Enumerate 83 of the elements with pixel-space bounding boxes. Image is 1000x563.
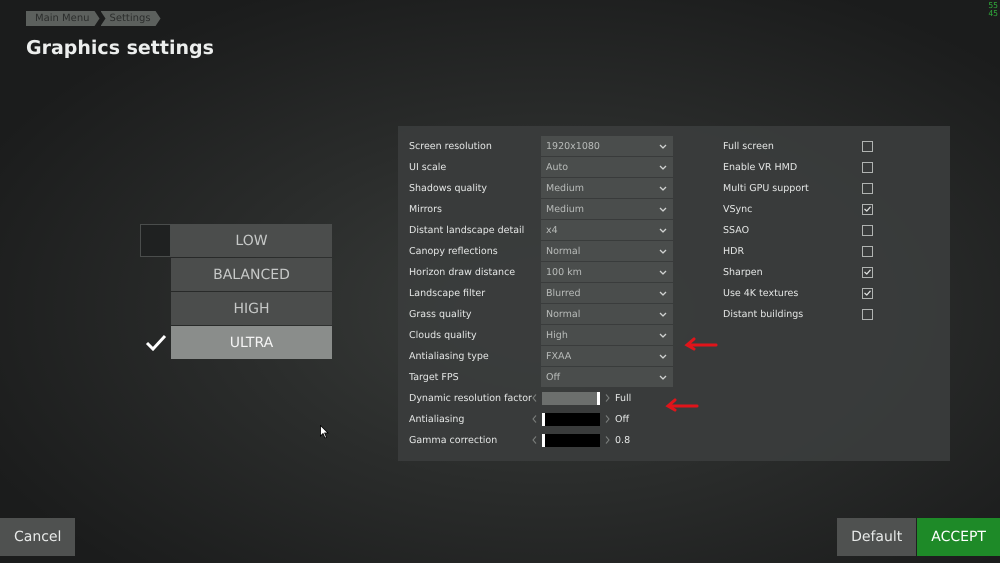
slider-track[interactable] bbox=[542, 392, 600, 404]
chevron-down-icon bbox=[659, 228, 667, 232]
dropdown[interactable]: Off bbox=[541, 367, 673, 387]
chevron-down-icon bbox=[659, 290, 667, 296]
chevron-down-icon bbox=[659, 164, 667, 170]
dropdown[interactable]: Normal bbox=[541, 241, 673, 261]
checkbox[interactable] bbox=[862, 204, 873, 214]
chevron-down-icon bbox=[659, 144, 667, 148]
setting-label: Target FPS bbox=[409, 372, 460, 382]
checkbox[interactable] bbox=[862, 288, 873, 298]
dropdown[interactable]: High bbox=[541, 325, 673, 345]
slider-thumb[interactable] bbox=[542, 412, 545, 426]
chevron-down-icon bbox=[659, 206, 667, 212]
setting-label: Enable VR HMD bbox=[723, 162, 798, 172]
checkbox[interactable] bbox=[862, 182, 873, 194]
fps-counter: 55 bbox=[988, 2, 998, 10]
setting-label: Multi GPU support bbox=[723, 182, 810, 194]
setting-label: Antialiasing type bbox=[409, 350, 490, 362]
setting-label: Landscape filter bbox=[409, 288, 486, 298]
decrease-button[interactable] bbox=[531, 393, 538, 403]
dropdown[interactable]: Medium bbox=[541, 178, 673, 198]
dropdown[interactable]: Blurred bbox=[541, 283, 673, 303]
setting-label: Mirrors bbox=[409, 204, 443, 214]
chevron-down-icon bbox=[659, 354, 667, 358]
fps-counter: 45 bbox=[988, 10, 998, 18]
dropdown[interactable]: Medium bbox=[541, 199, 673, 219]
increase-button[interactable] bbox=[604, 435, 611, 445]
setting-label: Clouds quality bbox=[409, 330, 478, 340]
setting-label: Antialiasing bbox=[409, 414, 466, 424]
setting-label: Distant landscape detail bbox=[409, 224, 526, 236]
slider-value: Full bbox=[615, 392, 632, 404]
setting-label: Sharpen bbox=[723, 266, 764, 278]
chevron-down-icon bbox=[659, 186, 667, 190]
setting-label: SSAO bbox=[723, 224, 750, 236]
slider-value: Off bbox=[615, 414, 630, 424]
setting-label: Distant buildings bbox=[723, 308, 804, 320]
dropdown[interactable]: 1920x1080 bbox=[541, 136, 673, 156]
slider-track[interactable] bbox=[542, 412, 600, 426]
setting-label: Use 4K textures bbox=[723, 288, 800, 298]
chevron-down-icon bbox=[659, 332, 667, 338]
preset-marker bbox=[140, 224, 171, 257]
chevron-down-icon bbox=[659, 270, 667, 274]
dropdown[interactable]: x4 bbox=[541, 220, 673, 240]
default-button[interactable]: Default bbox=[837, 518, 916, 556]
mouse-cursor-icon bbox=[320, 425, 329, 439]
preset-button[interactable]: LOW bbox=[171, 224, 332, 257]
slider-thumb[interactable] bbox=[597, 392, 600, 404]
accept-button[interactable]: ACCEPT bbox=[917, 518, 1000, 556]
setting-label: UI scale bbox=[409, 162, 448, 172]
setting-label: Full screen bbox=[723, 140, 775, 152]
setting-label: Gamma correction bbox=[409, 434, 498, 446]
cancel-button[interactable]: Cancel bbox=[0, 518, 76, 556]
chevron-down-icon bbox=[659, 312, 667, 316]
setting-label: Shadows quality bbox=[409, 182, 488, 194]
checkbox[interactable] bbox=[862, 308, 873, 320]
checkbox[interactable] bbox=[862, 140, 873, 152]
slider-track[interactable] bbox=[542, 434, 600, 446]
setting-label: Horizon draw distance bbox=[409, 266, 516, 278]
setting-label: Canopy reflections bbox=[409, 246, 499, 256]
checkbox[interactable] bbox=[862, 266, 873, 278]
setting-label: Screen resolution bbox=[409, 140, 493, 152]
preset-button[interactable]: ULTRA bbox=[171, 326, 332, 359]
increase-button[interactable] bbox=[604, 414, 611, 424]
dropdown[interactable]: 100 km bbox=[541, 262, 673, 282]
slider-thumb[interactable] bbox=[542, 434, 545, 446]
dropdown[interactable]: Normal bbox=[541, 304, 673, 324]
slider-value: 0.8 bbox=[615, 434, 630, 446]
chevron-down-icon bbox=[659, 374, 667, 380]
preset-button[interactable]: HIGH bbox=[171, 292, 332, 325]
setting-label: Grass quality bbox=[409, 308, 473, 320]
dropdown[interactable]: Auto bbox=[541, 157, 673, 177]
annotation-arrow bbox=[684, 337, 718, 351]
setting-label: Dynamic resolution factor bbox=[409, 392, 531, 404]
setting-label: VSync bbox=[723, 204, 754, 214]
checkbox[interactable] bbox=[862, 162, 873, 172]
page-title: Graphics settings bbox=[26, 37, 215, 59]
dropdown[interactable]: FXAA bbox=[541, 346, 673, 366]
checkbox[interactable] bbox=[862, 246, 873, 256]
checkbox[interactable] bbox=[862, 224, 873, 236]
chevron-down-icon bbox=[659, 248, 667, 254]
setting-label: HDR bbox=[723, 246, 746, 256]
preset-button[interactable]: BALANCED bbox=[171, 258, 332, 291]
annotation-arrow bbox=[665, 398, 699, 412]
